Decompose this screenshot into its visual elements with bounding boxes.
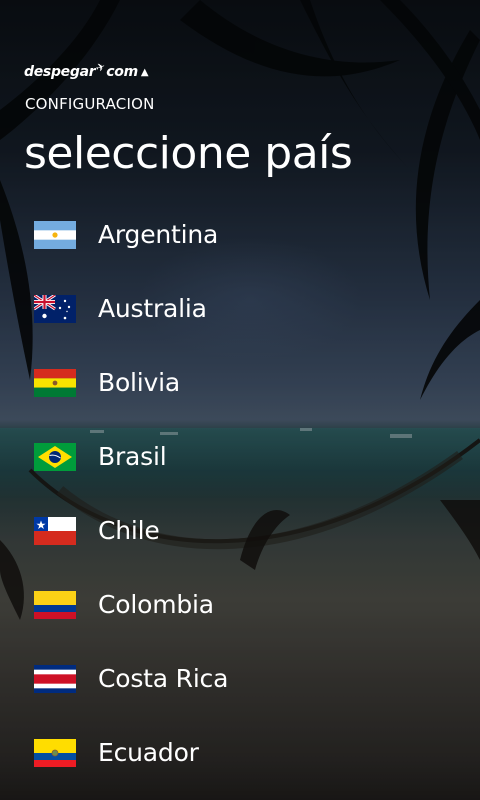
list-item-bolivia[interactable]: Bolivia	[0, 346, 480, 420]
costa-rica-flag-icon	[34, 665, 76, 693]
logo-suffix: com	[106, 64, 138, 80]
argentina-flag-icon	[34, 221, 76, 249]
colombia-flag-icon	[34, 591, 76, 619]
section-title: CONFIGURACION	[25, 95, 155, 113]
list-item-argentina[interactable]: Argentina	[0, 198, 480, 272]
hat-icon: ▲	[140, 66, 149, 78]
country-label: Brasil	[98, 442, 167, 471]
country-label: Costa Rica	[98, 664, 229, 693]
list-item-brasil[interactable]: Brasil	[0, 420, 480, 494]
country-label: Argentina	[98, 220, 219, 249]
australia-flag-icon	[34, 295, 76, 323]
list-item-ecuador[interactable]: Ecuador	[0, 716, 480, 790]
country-label: Ecuador	[98, 738, 199, 767]
brasil-flag-icon	[34, 443, 76, 471]
list-item-australia[interactable]: Australia	[0, 272, 480, 346]
ecuador-flag-icon	[34, 739, 76, 767]
country-label: Bolivia	[98, 368, 180, 397]
chile-flag-icon	[34, 517, 76, 545]
bolivia-flag-icon	[34, 369, 76, 397]
page-title: seleccione país	[24, 128, 353, 179]
list-item-colombia[interactable]: Colombia	[0, 568, 480, 642]
country-label: Chile	[98, 516, 160, 545]
logo-text: despegar	[24, 64, 96, 80]
country-label: Colombia	[98, 590, 214, 619]
country-label: Australia	[98, 294, 207, 323]
plane-icon: ✈	[94, 59, 108, 75]
despegar-logo: despegar ✈ com ▲	[24, 59, 149, 84]
list-item-costa-rica[interactable]: Costa Rica	[0, 642, 480, 716]
list-item-chile[interactable]: Chile	[0, 494, 480, 568]
